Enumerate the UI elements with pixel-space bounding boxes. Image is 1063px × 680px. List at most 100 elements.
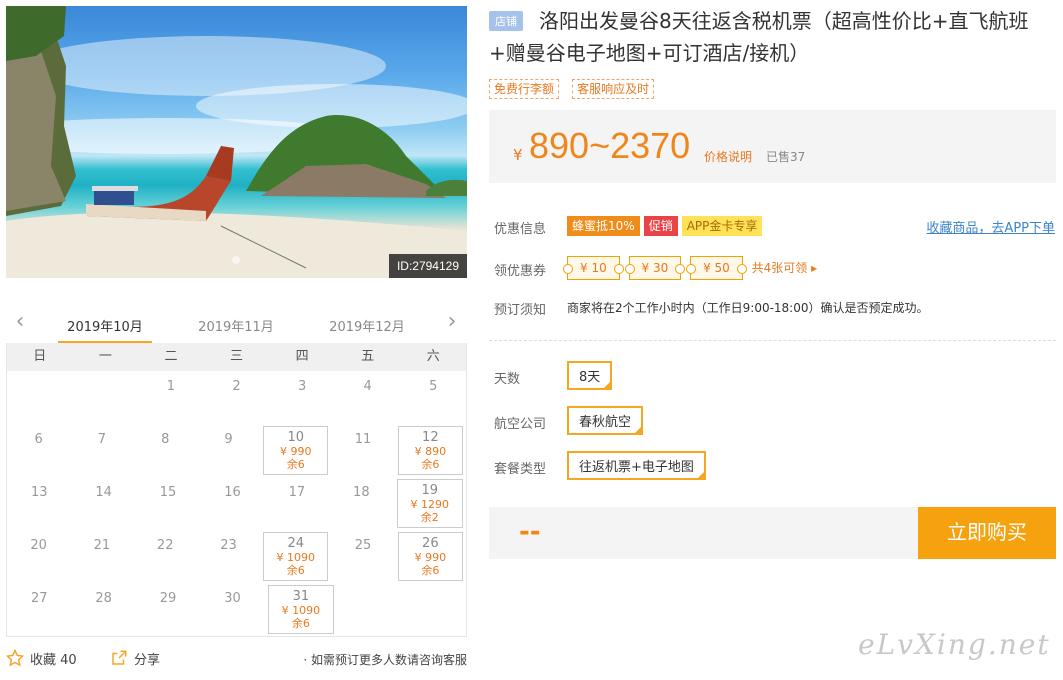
day-number: 19: [421, 483, 439, 498]
calendar-day-available[interactable]: 24 ¥ 1090 余6: [263, 532, 329, 581]
calendar-day: 21: [70, 530, 133, 583]
option-days-value: 8天: [579, 370, 601, 385]
day-number: 17: [288, 485, 306, 500]
calendar-day: [7, 371, 73, 424]
next-month-arrow-icon[interactable]: ›: [442, 311, 462, 335]
calendar-week-row: 27 28 29 30 31 ¥ 1090 余6: [7, 583, 466, 636]
weekday-label: 日: [33, 349, 47, 364]
calendar-week-row: 13 14 15 16 17 18 19 ¥ 1290 余2: [7, 477, 466, 530]
booking-notice-text: 商家将在2个工作小时内（工作日9:00-18:00）确认是否预定成功。: [567, 301, 929, 315]
buy-now-button[interactable]: 立即购买: [918, 507, 1056, 559]
product-title: 洛阳出发曼谷8天往返含税机票（超高性价比+直飞航班+赠曼谷电子地图+可订酒店/接…: [489, 9, 1029, 65]
calendar-week-row: 20 21 22 23 24 ¥ 1090 余6 25 26 ¥ 990 余6: [7, 530, 466, 583]
coupon-50[interactable]: ¥ 50: [686, 256, 747, 280]
weekday-label: 五: [361, 349, 375, 364]
coupon-10[interactable]: ¥ 10: [563, 256, 624, 280]
calendar-day: 18: [329, 477, 393, 530]
day-number: 9: [224, 432, 233, 447]
day-number: 24: [287, 536, 305, 551]
calendar-day: 9: [197, 424, 260, 477]
day-number: 14: [95, 485, 112, 500]
day-price: ¥ 1290: [410, 498, 449, 511]
day-number: 27: [30, 591, 48, 606]
prev-month-arrow-icon[interactable]: ‹: [10, 311, 30, 335]
coupon-label: 领优惠券: [494, 264, 547, 279]
calendar-day: 15: [136, 477, 200, 530]
price-explain-link[interactable]: 价格说明: [704, 148, 752, 165]
calendar-day: 13: [7, 477, 71, 530]
tab-month-oct[interactable]: 2019年10月: [55, 316, 155, 335]
day-number: 6: [34, 432, 43, 447]
notice-label: 预订须知: [494, 303, 547, 318]
calendar-day-available[interactable]: 10 ¥ 990 余6: [263, 426, 329, 475]
image-id-label: ID:2794129: [388, 254, 467, 278]
day-number: 10: [287, 430, 305, 445]
calendar-day: [337, 583, 401, 636]
day-number: 7: [97, 432, 107, 447]
day-stock: 余6: [286, 564, 305, 577]
calendar-day-available[interactable]: 26 ¥ 990 余6: [397, 532, 463, 581]
coupon-list: ¥ 10 ¥ 30 ¥ 50 共4张可领 ▸: [563, 256, 817, 280]
tab-month-dec[interactable]: 2019年12月: [317, 316, 417, 335]
day-number: 23: [220, 538, 237, 553]
favorite-button[interactable]: 收藏 40: [6, 649, 77, 668]
calendar-day: 6: [7, 424, 70, 477]
calendar-day: 5: [400, 371, 466, 424]
chip-sale: 促销: [643, 216, 678, 236]
share-icon: [112, 650, 127, 665]
airline-label: 航空公司: [494, 417, 547, 432]
promo-chips: 蜂蜜抵10% 促销 APP金卡专享: [567, 215, 766, 236]
more-coupons-link[interactable]: 共4张可领 ▸: [752, 261, 817, 275]
photo-actions: 收藏 40 分享 · 如需预订更多人数请咨询客服: [6, 649, 467, 671]
section-divider: [489, 340, 1056, 341]
check-icon: ✓: [603, 380, 611, 389]
favorite-app-link[interactable]: 收藏商品，去APP下单: [926, 217, 1055, 236]
day-number: 11: [354, 432, 372, 447]
carousel-dot[interactable]: [232, 256, 240, 264]
day-number: 16: [224, 485, 241, 500]
calendar-day: 8: [134, 424, 197, 477]
weekday-label: 一: [98, 349, 112, 364]
calendar-day: [73, 371, 139, 424]
day-number: 26: [422, 536, 439, 551]
day-number: 4: [363, 379, 372, 394]
day-number: 12: [422, 430, 439, 445]
option-airline-spring[interactable]: 春秋航空 ✓: [567, 406, 644, 435]
group-booking-note: · 如需预订更多人数请咨询客服: [303, 653, 467, 667]
option-days-8[interactable]: 8天 ✓: [567, 361, 613, 390]
price-range: 890~2370: [529, 125, 691, 166]
day-number: 25: [354, 538, 372, 553]
day-stock: 余2: [420, 511, 439, 524]
day-stock: 余6: [421, 564, 440, 577]
calendar-day: 16: [200, 477, 264, 530]
calendar-day: 25: [331, 530, 394, 583]
calendar-day-available[interactable]: 12 ¥ 890 余6: [397, 426, 463, 475]
day-stock: 余6: [291, 617, 310, 630]
currency-symbol: ¥: [513, 146, 523, 164]
calendar-day: 11: [331, 424, 394, 477]
day-number: 2: [232, 379, 241, 394]
tab-month-nov[interactable]: 2019年11月: [186, 316, 286, 335]
day-stock: 余6: [421, 458, 440, 471]
calendar-day-available[interactable]: 19 ¥ 1290 余2: [396, 479, 463, 528]
calendar-body: 1 2 3 4 5 6 7 8 9 10 ¥ 990 余6 11 12 ¥ 890 余6 13 14 15 16 17 1…: [7, 371, 466, 636]
price-calendar: 日一二三四五六 1 2 3 4 5 6 7 8 9 10 ¥ 990 余6 11 12 ¥ 890 余6 13 1…: [6, 343, 467, 637]
calendar-day: 2: [204, 371, 270, 424]
buy-bar: -- 立即购买: [489, 507, 1056, 559]
calendar-day: 27: [7, 583, 71, 636]
day-number: 21: [93, 538, 111, 553]
calendar-day: [402, 583, 466, 636]
coupon-30[interactable]: ¥ 30: [624, 256, 685, 280]
calendar-day-available[interactable]: 31 ¥ 1090 余6: [267, 585, 335, 634]
day-price: ¥ 990: [280, 445, 312, 458]
product-photo[interactable]: ID:2794129: [6, 6, 467, 278]
favorite-label: 收藏 40: [30, 653, 77, 668]
option-package-roundtrip[interactable]: 往返机票+电子地图 ✓: [567, 451, 706, 480]
share-button[interactable]: 分享: [110, 649, 160, 668]
option-airline-value: 春秋航空: [579, 415, 632, 430]
beach-scene-image: [6, 6, 467, 278]
day-number: 30: [224, 591, 241, 606]
site-watermark: eLvXing.net: [858, 628, 1051, 661]
chip-app-gold: APP金卡专享: [681, 216, 763, 236]
calendar-week-row: 6 7 8 9 10 ¥ 990 余6 11 12 ¥ 890 余6: [7, 424, 466, 477]
